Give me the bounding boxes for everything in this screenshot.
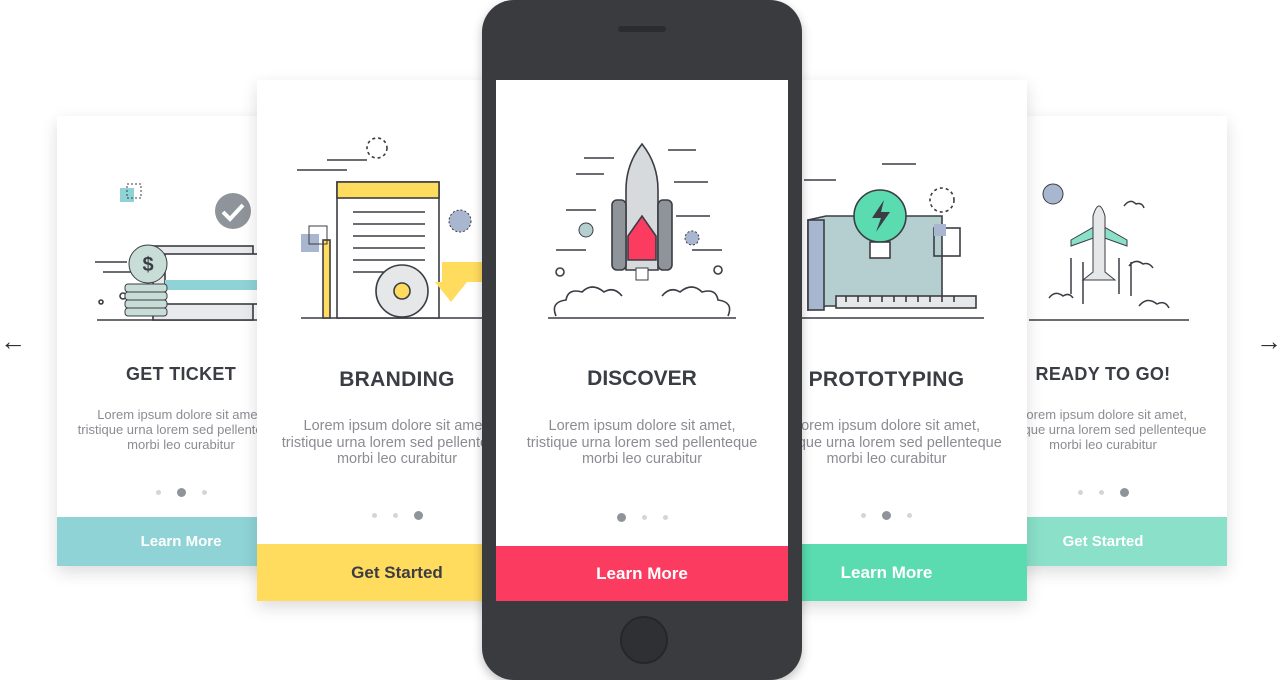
page-dot-active[interactable] bbox=[413, 511, 423, 520]
page-dot[interactable] bbox=[392, 513, 398, 518]
page-dot[interactable] bbox=[1077, 490, 1083, 495]
page-dot-active[interactable] bbox=[1119, 488, 1129, 497]
page-dot[interactable] bbox=[1098, 490, 1104, 495]
phone-mockup: DISCOVER Lorem ipsum dolore sit amet, tr… bbox=[482, 0, 802, 680]
page-dot[interactable] bbox=[662, 515, 668, 520]
page-indicator bbox=[496, 513, 788, 522]
page-dot-active[interactable] bbox=[616, 513, 626, 522]
page-dot[interactable] bbox=[861, 513, 866, 518]
page-dot[interactable] bbox=[907, 513, 912, 518]
page-dot-active[interactable] bbox=[176, 488, 186, 497]
rocket-launch-icon bbox=[548, 142, 736, 319]
card-title: DISCOVER bbox=[587, 367, 697, 390]
phone-screen: DISCOVER Lorem ipsum dolore sit amet, tr… bbox=[496, 80, 788, 601]
page-dot[interactable] bbox=[155, 490, 161, 495]
home-button[interactable] bbox=[620, 616, 668, 664]
previous-arrow-icon[interactable]: ← bbox=[0, 326, 26, 357]
phone-speaker bbox=[618, 26, 666, 32]
page-dot[interactable] bbox=[371, 513, 377, 518]
learn-more-button[interactable]: Learn More bbox=[496, 546, 788, 601]
svg-text:$: $ bbox=[142, 254, 153, 276]
page-dot[interactable] bbox=[641, 515, 647, 520]
page-dot[interactable] bbox=[201, 490, 207, 495]
page-dot-active[interactable] bbox=[882, 511, 891, 520]
card-description: Lorem ipsum dolore sit amet, tristique u… bbox=[526, 418, 758, 468]
next-arrow-icon[interactable]: → bbox=[1256, 326, 1282, 357]
